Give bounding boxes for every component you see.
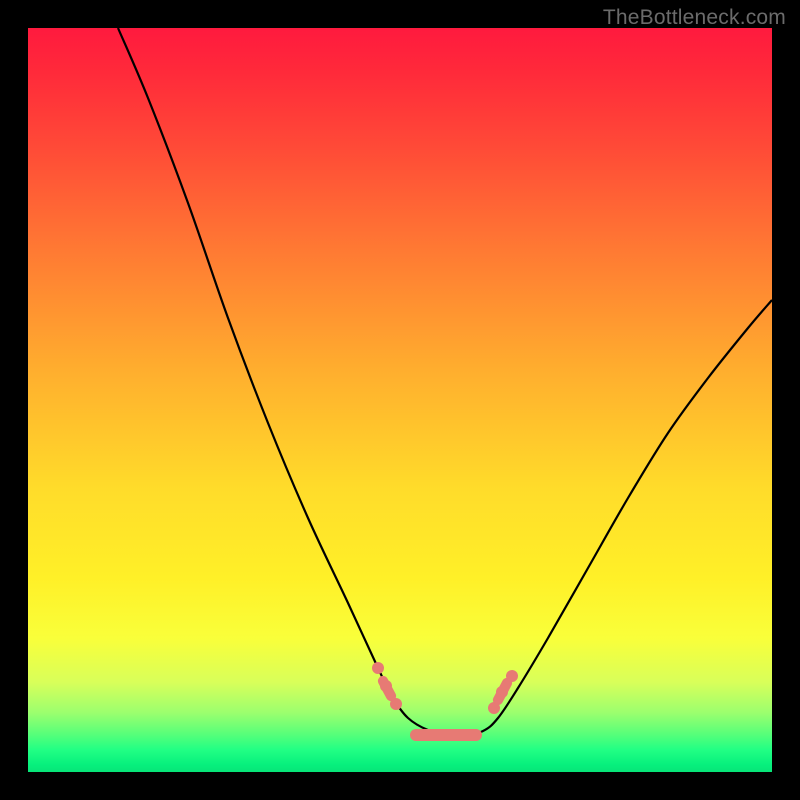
curve-path [118, 28, 772, 738]
bottleneck-curve [28, 28, 772, 772]
plot-area [28, 28, 772, 772]
curve-markers [372, 662, 518, 735]
watermark-text: TheBottleneck.com [603, 6, 786, 30]
curve-marker-pill [498, 683, 507, 700]
curve-marker-pill [383, 681, 391, 696]
chart-frame: TheBottleneck.com [0, 0, 800, 800]
curve-marker-dot [372, 662, 384, 674]
